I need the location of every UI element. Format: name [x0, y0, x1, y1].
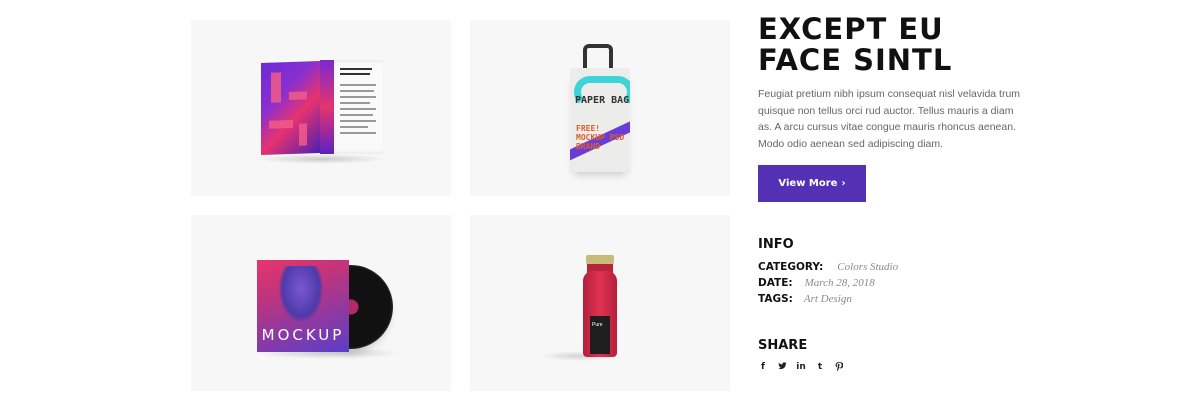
- bottle-label: Pure: [592, 322, 603, 328]
- info-row-tags: TAGS: Art Design: [758, 293, 852, 305]
- bag-text: PAPER BAG: [575, 95, 630, 106]
- view-more-button[interactable]: View More ›: [758, 165, 866, 202]
- view-more-label: View More: [778, 178, 838, 189]
- share-heading: SHARE: [758, 338, 808, 353]
- paper-bag-mockup-image: PAPER BAG FREE! MOCKUP PSD BRAND: [570, 44, 630, 174]
- gallery-tile-bag[interactable]: PAPER BAG FREE! MOCKUP PSD BRAND: [470, 20, 730, 196]
- info-key: TAGS:: [758, 293, 793, 305]
- project-description: Feugiat pretium nibh ipsum consequat nis…: [758, 88, 1021, 150]
- linkedin-icon[interactable]: in: [796, 362, 806, 374]
- twitter-icon[interactable]: [777, 362, 787, 374]
- project-title-line2: FACE SINTL: [758, 43, 953, 77]
- project-title: EXCEPT EU FACE SINTL: [758, 14, 1058, 76]
- info-key: DATE:: [758, 277, 793, 289]
- info-row-category: CATEGORY: Colors Studio: [758, 261, 898, 273]
- bag-subtext: FREE! MOCKUP PSD BRAND: [576, 124, 625, 151]
- info-row-date: DATE: March 28, 2018: [758, 277, 875, 289]
- tumblr-icon[interactable]: t: [815, 362, 825, 374]
- album-cover-image: MOCKUP: [257, 260, 349, 352]
- juice-bottle-image: Pure: [583, 255, 617, 359]
- pinterest-icon[interactable]: [834, 362, 844, 374]
- share-icons: f in t: [758, 362, 844, 374]
- facebook-icon[interactable]: f: [758, 362, 768, 374]
- album-text: MOCKUP: [261, 326, 345, 344]
- gallery-tile-vinyl[interactable]: MOCKUP: [191, 215, 451, 391]
- info-heading: INFO: [758, 237, 794, 252]
- gallery-tile-bottle[interactable]: Pure: [470, 215, 730, 391]
- chevron-right-icon: ›: [841, 178, 846, 189]
- book-mockup-image: [257, 60, 387, 164]
- info-value[interactable]: Art Design: [804, 293, 852, 305]
- info-key: CATEGORY:: [758, 261, 824, 273]
- info-value: Colors Studio: [837, 261, 899, 273]
- project-title-line1: EXCEPT EU: [758, 12, 944, 46]
- info-value: March 28, 2018: [804, 277, 875, 289]
- gallery-tile-book[interactable]: [191, 20, 451, 196]
